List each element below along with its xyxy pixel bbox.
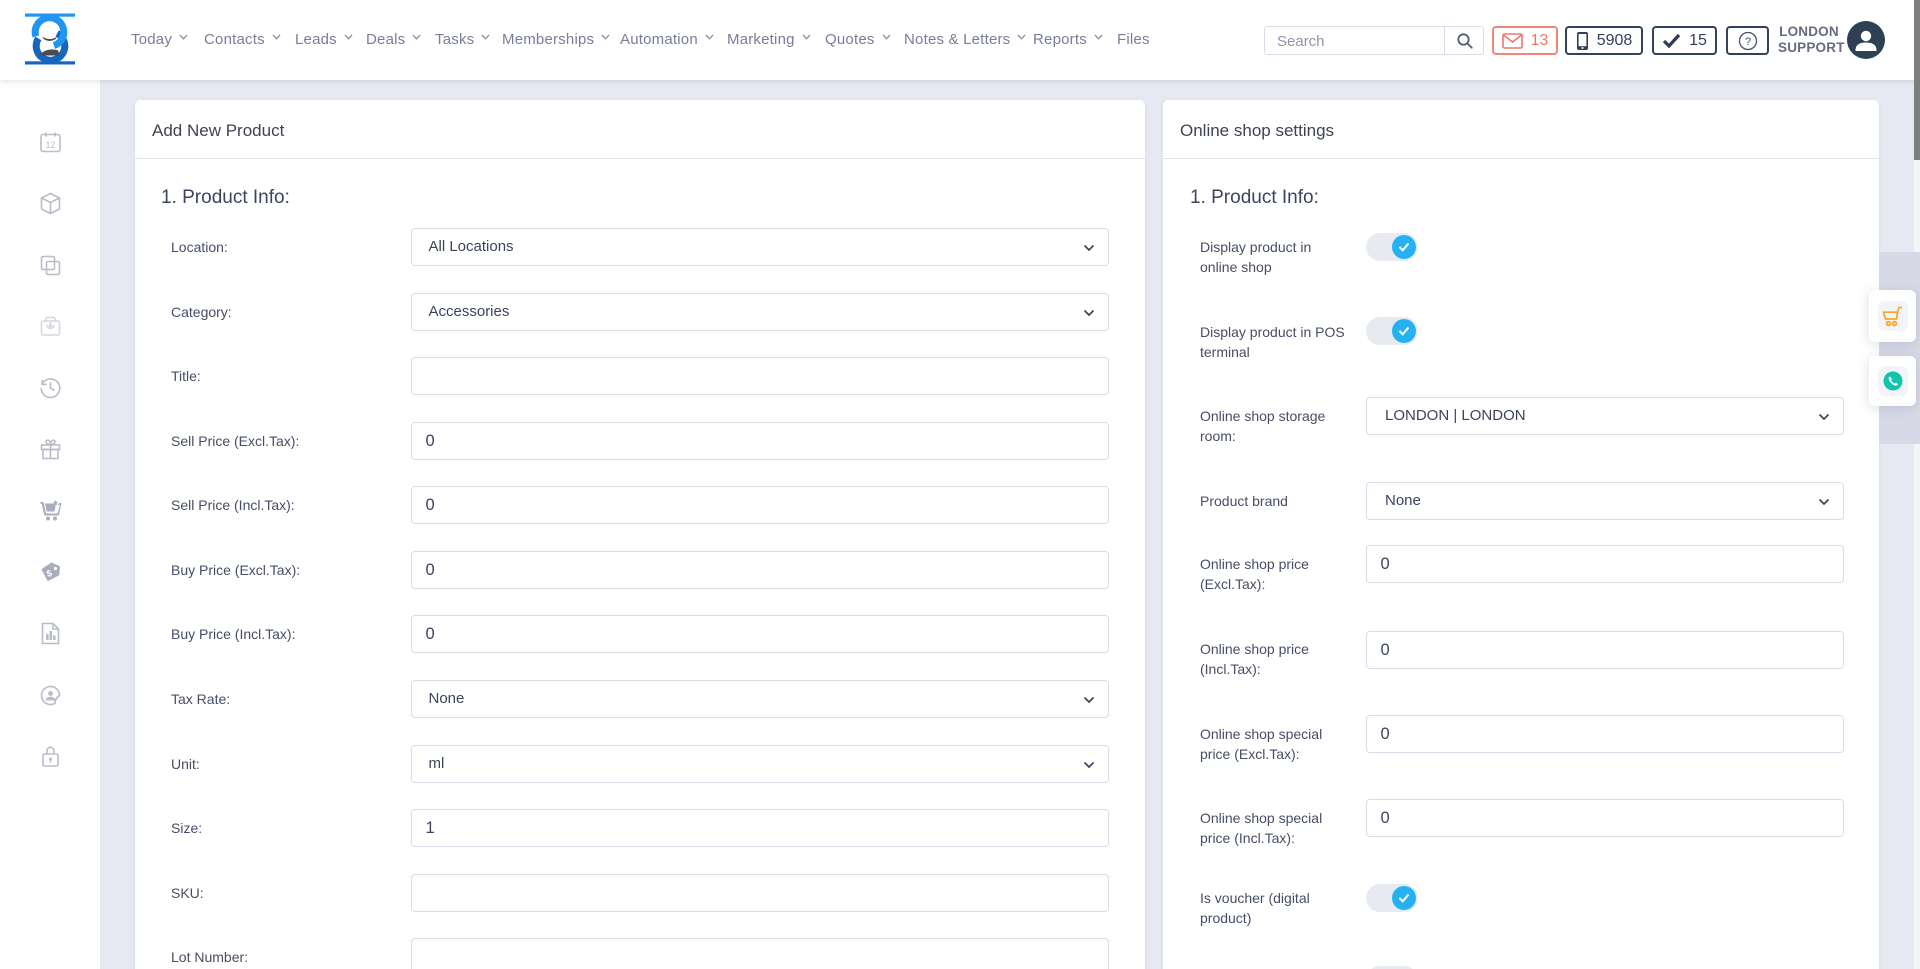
svg-text:?: ?: [1744, 36, 1750, 48]
svg-text:12: 12: [45, 140, 55, 150]
